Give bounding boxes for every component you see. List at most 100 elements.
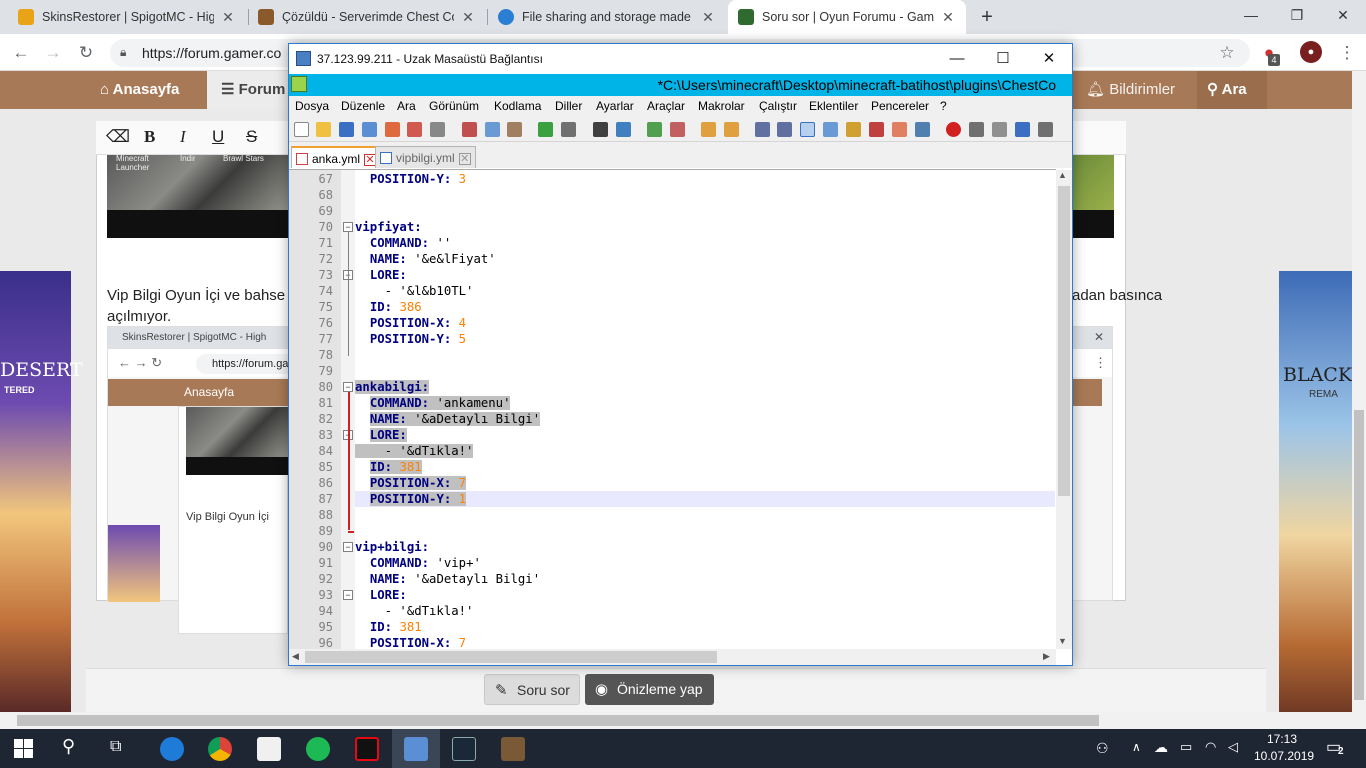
code-line[interactable]: - '&dTıkla!'	[355, 443, 474, 459]
zoom-out-icon[interactable]	[670, 122, 685, 137]
code-line[interactable]: POSITION-X: 7	[355, 475, 467, 491]
spotify-icon[interactable]	[306, 737, 330, 761]
code-line[interactable]: ankabilgi:	[355, 379, 430, 395]
menu-dosya[interactable]: Dosya	[295, 99, 329, 113]
zoom-in-icon[interactable]	[647, 122, 662, 137]
code-line[interactable]: COMMAND: ''	[355, 235, 451, 251]
code-line[interactable]: vipfiyat:	[355, 219, 422, 235]
page-vertical-scroll-thumb[interactable]	[1354, 410, 1364, 700]
strikethrough-icon[interactable]: S	[246, 127, 257, 147]
edge-icon[interactable]	[160, 737, 184, 761]
close-tab-icon[interactable]: ✕	[220, 9, 236, 26]
menu-calistir[interactable]: Çalıştır	[759, 99, 797, 113]
record-macro-icon[interactable]	[946, 122, 961, 137]
tab-anka-yml[interactable]: anka.yml ✕	[291, 146, 382, 168]
code-line[interactable]: POSITION-Y: 3	[355, 171, 466, 187]
nav-home[interactable]: ⌂ Anasayfa	[100, 71, 179, 109]
show-hidden-icons[interactable]: ∧	[1132, 740, 1141, 754]
clock-date[interactable]: 10.07.2019	[1254, 749, 1314, 763]
page-horizontal-scroll-thumb[interactable]	[17, 715, 1099, 726]
code-line[interactable]: LORE:	[355, 427, 407, 443]
menu-makrolar[interactable]: Makrolar	[698, 99, 745, 113]
monitoring-icon[interactable]	[915, 122, 930, 137]
find-icon[interactable]	[593, 122, 608, 137]
menu-ayarlar[interactable]: Ayarlar	[596, 99, 634, 113]
code-line[interactable]: vip+bilgi:	[355, 539, 429, 555]
fold-toggle-icon[interactable]: −	[343, 590, 353, 600]
code-line[interactable]: POSITION-Y: 5	[355, 331, 466, 347]
minecraft-icon[interactable]	[501, 737, 525, 761]
menu-gorunum[interactable]: Görünüm	[429, 99, 479, 113]
new-file-icon[interactable]	[294, 122, 309, 137]
undo-icon[interactable]	[538, 122, 553, 137]
close-tab-icon[interactable]: ✕	[700, 9, 716, 26]
italic-icon[interactable]: I	[180, 127, 186, 147]
replace-icon[interactable]	[616, 122, 631, 137]
editor-horizontal-scroll-thumb[interactable]	[305, 651, 717, 663]
play-macro-icon[interactable]	[992, 122, 1007, 137]
people-icon[interactable]: ⚇	[1096, 740, 1109, 757]
code-line[interactable]: POSITION-X: 4	[355, 315, 466, 331]
scroll-down-icon[interactable]: ▼	[1058, 636, 1067, 646]
remote-desktop-titlebar[interactable]: 37.123.99.211 - Uzak Masaüstü Bağlantısı…	[289, 44, 1072, 74]
steam-icon[interactable]	[452, 737, 476, 761]
rdp-maximize-icon[interactable]: ☐	[980, 44, 1026, 74]
menu-kodlama[interactable]: Kodlama	[494, 99, 541, 113]
notepadpp-titlebar[interactable]: *C:\Users\minecraft\Desktop\minecraft-ba…	[289, 74, 1072, 96]
netflix-icon[interactable]	[355, 737, 379, 761]
code-line[interactable]: LORE:	[355, 267, 407, 283]
nav-forum[interactable]: ☰ Forum	[207, 71, 289, 109]
stop-macro-icon[interactable]	[969, 122, 984, 137]
preview-button[interactable]: ◉ Önizleme yap	[585, 674, 714, 705]
rdp-close-icon[interactable]: ✕	[1026, 44, 1072, 74]
tab-vipbilgi-yml[interactable]: vipbilgi.yml ✕	[375, 146, 476, 168]
restore-icon[interactable]: ❐	[1274, 0, 1320, 30]
close-tab-icon[interactable]: ✕	[940, 9, 956, 26]
copy-icon[interactable]	[485, 122, 500, 137]
eraser-icon[interactable]: ⌫	[106, 127, 130, 147]
save-icon[interactable]	[339, 122, 354, 137]
scroll-right-icon[interactable]: ▶	[1043, 651, 1050, 662]
open-file-icon[interactable]	[316, 122, 331, 137]
redo-icon[interactable]	[561, 122, 576, 137]
code-line[interactable]: POSITION-Y: 1	[355, 491, 467, 507]
fold-toggle-icon[interactable]: −	[343, 382, 353, 392]
profile-avatar[interactable]: ●	[1300, 41, 1322, 63]
menu-duzenle[interactable]: Düzenle	[341, 99, 385, 113]
code-line[interactable]: ID: 386	[355, 299, 422, 315]
minimize-icon[interactable]: —	[1228, 0, 1274, 30]
browser-tab-soru-sor[interactable]: Soru sor | Oyun Forumu - Gamer ✕	[728, 0, 966, 34]
remote-desktop-taskbar-button[interactable]	[392, 729, 440, 768]
right-side-ad[interactable]: BLACK REMA	[1279, 271, 1352, 712]
nav-search[interactable]: ⚲ Ara	[1197, 71, 1267, 109]
search-icon[interactable]: ⚲	[62, 736, 75, 757]
browser-tab-skinsrestorer[interactable]: SkinsRestorer | SpigotMC - High ✕	[8, 0, 246, 34]
scroll-up-icon[interactable]: ▲	[1058, 170, 1067, 180]
doc-map-icon[interactable]	[846, 122, 861, 137]
save-all-icon[interactable]	[362, 122, 377, 137]
underline-icon[interactable]: U	[212, 127, 224, 147]
indent-guide-icon[interactable]	[800, 122, 815, 137]
back-arrow-icon[interactable]: ←	[8, 40, 34, 66]
browser-tab-chest-command[interactable]: Çözüldü - Serverimde Chest Com ✕	[248, 0, 486, 34]
forward-arrow-icon[interactable]: →	[40, 40, 66, 66]
code-line[interactable]: COMMAND: 'vip+'	[355, 555, 481, 571]
print-icon[interactable]	[430, 122, 445, 137]
clock-time[interactable]: 17:13	[1267, 732, 1297, 746]
function-list-icon[interactable]	[869, 122, 884, 137]
code-line[interactable]: COMMAND: 'ankamenu'	[355, 395, 511, 411]
code-line[interactable]: NAME: '&aDetaylı Bilgi'	[355, 411, 541, 427]
wifi-icon[interactable]: ◠	[1205, 739, 1216, 755]
fold-toggle-icon[interactable]: −	[343, 222, 353, 232]
fold-toggle-icon[interactable]: −	[343, 542, 353, 552]
menu-eklentiler[interactable]: Eklentiler	[809, 99, 858, 113]
folder-workspace-icon[interactable]	[892, 122, 907, 137]
new-tab-button[interactable]: +	[974, 4, 1000, 30]
code-line[interactable]: ID: 381	[355, 619, 422, 635]
menu-kebab-icon[interactable]: ⋮	[1334, 40, 1360, 66]
show-all-chars-icon[interactable]	[777, 122, 792, 137]
cut-icon[interactable]	[462, 122, 477, 137]
close-tab-icon[interactable]: ✕	[458, 153, 471, 165]
reload-icon[interactable]: ↻	[73, 40, 99, 66]
udl-icon[interactable]	[823, 122, 838, 137]
